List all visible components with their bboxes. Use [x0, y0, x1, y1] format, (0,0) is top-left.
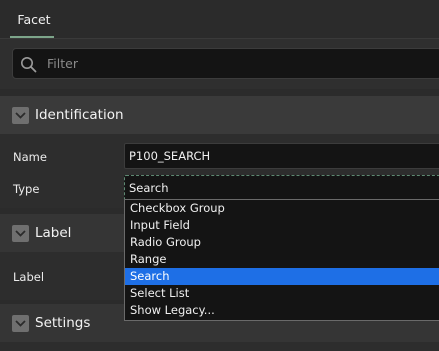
- dropdown-option[interactable]: Select List: [125, 285, 439, 302]
- type-label: Type: [13, 182, 40, 196]
- tab-bar: Facet: [0, 0, 439, 39]
- name-field[interactable]: P100_SEARCH: [124, 143, 439, 169]
- tab-facet[interactable]: Facet: [12, 0, 56, 38]
- name-label: Name: [13, 150, 47, 164]
- section-title: Settings: [35, 315, 91, 331]
- dropdown-option[interactable]: Radio Group: [125, 234, 439, 251]
- dropdown-option[interactable]: Range: [125, 251, 439, 268]
- type-select[interactable]: Search: [124, 175, 439, 201]
- tab-label: Facet: [17, 11, 51, 27]
- filter-box: [12, 48, 439, 79]
- property-editor: Facet Identification Name P100_SEARCH Ty…: [0, 0, 439, 351]
- dropdown-option[interactable]: Checkbox Group: [125, 200, 439, 217]
- name-value: P100_SEARCH: [129, 149, 211, 163]
- type-value: Search: [129, 181, 169, 195]
- collapse-label-button[interactable]: [12, 224, 29, 242]
- settings-body: [0, 342, 439, 351]
- chevron-down-icon: [15, 319, 26, 327]
- type-dropdown-list: Checkbox Group Input Field Radio Group R…: [124, 199, 439, 321]
- collapse-identification-button[interactable]: [12, 106, 29, 124]
- dropdown-option-selected[interactable]: Search: [125, 268, 439, 285]
- collapse-settings-button[interactable]: [12, 314, 29, 332]
- section-title: Identification: [35, 107, 124, 123]
- section-header-identification[interactable]: Identification: [0, 96, 439, 134]
- filter-input[interactable]: [45, 49, 425, 78]
- section-title: Label: [35, 225, 72, 241]
- dropdown-option[interactable]: Show Legacy...: [125, 302, 439, 319]
- dropdown-option[interactable]: Input Field: [125, 217, 439, 234]
- label-label: Label: [13, 270, 45, 284]
- filter-area: [0, 39, 439, 89]
- identification-body: Name P100_SEARCH Type Search: [0, 134, 439, 208]
- search-icon: [21, 57, 37, 73]
- chevron-down-icon: [15, 111, 26, 119]
- chevron-down-icon: [15, 229, 26, 237]
